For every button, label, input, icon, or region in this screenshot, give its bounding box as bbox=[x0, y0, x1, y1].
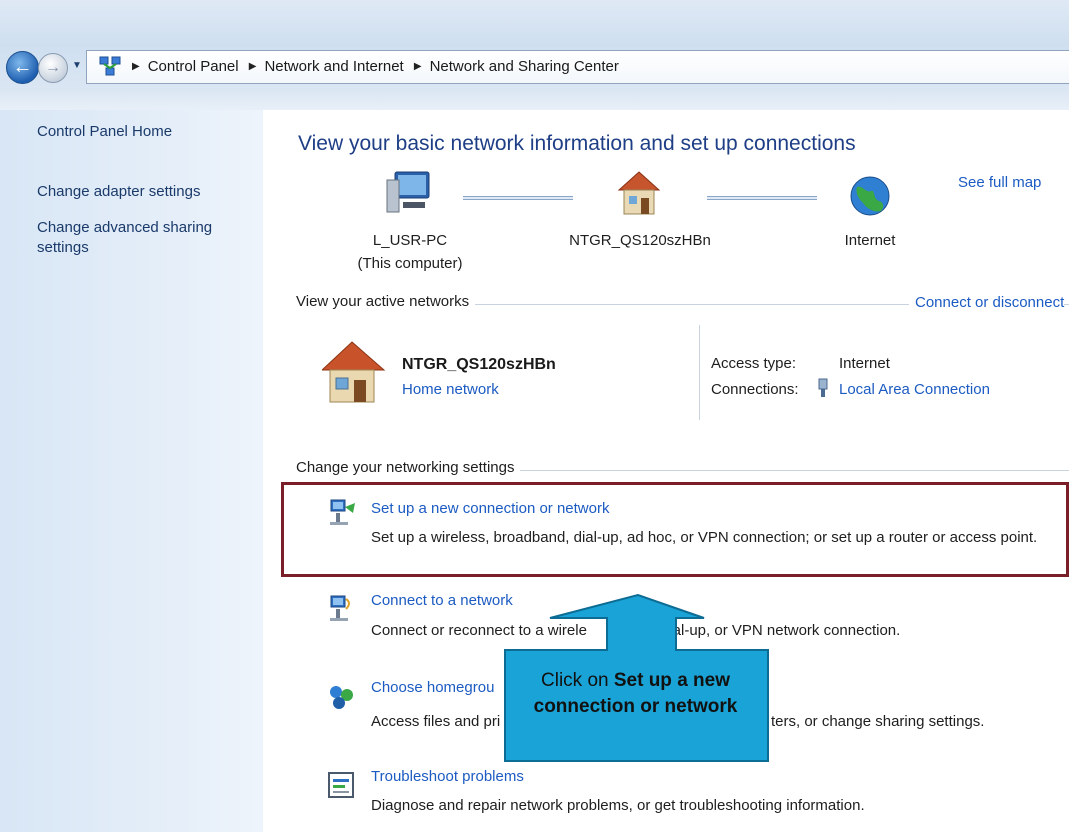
recent-pages-dropdown[interactable]: ▼ bbox=[70, 59, 84, 73]
access-type-label: Access type: bbox=[711, 355, 797, 372]
map-node-internet-name: Internet bbox=[844, 232, 896, 249]
breadcrumb-control-panel[interactable]: Control Panel bbox=[148, 58, 239, 75]
homegroup-icon[interactable] bbox=[326, 682, 356, 712]
callout-text: Click on Set up a new connection or netw… bbox=[503, 668, 768, 720]
divider bbox=[699, 325, 700, 420]
troubleshoot-link[interactable]: Troubleshoot problems bbox=[371, 768, 524, 785]
troubleshoot-icon[interactable] bbox=[326, 770, 356, 800]
active-network-name: NTGR_QS120szHBn bbox=[402, 356, 556, 373]
setup-new-connection-link[interactable]: Set up a new connection or network bbox=[371, 500, 609, 517]
map-node-computer-name: L_USR-PC bbox=[372, 232, 448, 249]
globe-icon[interactable] bbox=[849, 175, 891, 217]
chevron-right-icon[interactable]: ▶ bbox=[249, 61, 257, 72]
connect-network-link[interactable]: Connect to a network bbox=[371, 592, 513, 609]
chevron-right-icon[interactable]: ▶ bbox=[132, 61, 140, 72]
map-node-computer-sub: (This computer) bbox=[357, 255, 463, 272]
setup-new-connection-desc: Set up a wireless, broadband, dial-up, a… bbox=[371, 529, 1038, 546]
troubleshoot-desc: Diagnose and repair network problems, or… bbox=[371, 797, 865, 814]
back-button[interactable]: ← bbox=[6, 51, 39, 84]
change-adapter-settings-link[interactable]: Change adapter settings bbox=[37, 182, 200, 202]
breadcrumb: ▶ Control Panel ▶ Network and Internet ▶ Ne… bbox=[126, 58, 619, 75]
homegroup-link[interactable]: Choose homegrou bbox=[371, 679, 494, 696]
homegroup-desc-left: Access files and pri bbox=[371, 713, 501, 730]
active-networks-heading: View your active networks bbox=[296, 293, 476, 310]
breadcrumb-network-internet[interactable]: Network and Internet bbox=[264, 58, 403, 75]
see-full-map-link[interactable]: See full map bbox=[958, 174, 1041, 191]
control-panel-home-link[interactable]: Control Panel Home bbox=[37, 122, 172, 142]
breadcrumb-sharing-center[interactable]: Network and Sharing Center bbox=[430, 58, 619, 75]
callout-bold-line1: Set up a new bbox=[613, 670, 730, 691]
map-connection-line bbox=[463, 196, 573, 200]
network-type-link[interactable]: Home network bbox=[402, 381, 499, 398]
networking-settings-heading: Change your networking settings bbox=[296, 459, 521, 476]
page-title: View your basic network information and … bbox=[298, 132, 856, 155]
change-advanced-sharing-link[interactable]: Change advanced sharing settings bbox=[37, 218, 237, 258]
connect-network-desc-left: Connect or reconnect to a wirele bbox=[371, 622, 587, 639]
map-node-router-name: NTGR_QS120szHBn bbox=[569, 232, 711, 249]
chevron-right-icon[interactable]: ▶ bbox=[414, 61, 422, 72]
computer-icon[interactable] bbox=[385, 170, 433, 216]
homegroup-desc-right: ters, or change sharing settings. bbox=[771, 713, 985, 730]
access-type-value: Internet bbox=[839, 355, 890, 372]
house-icon[interactable] bbox=[617, 170, 661, 216]
connections-label: Connections: bbox=[711, 381, 799, 398]
local-area-connection-link[interactable]: Local Area Connection bbox=[839, 381, 990, 398]
callout-prefix: Click on bbox=[541, 670, 614, 691]
ethernet-icon bbox=[818, 378, 828, 397]
house-icon[interactable] bbox=[322, 340, 386, 404]
connect-or-disconnect-link[interactable]: Connect or disconnect bbox=[909, 294, 1065, 311]
connect-network-icon[interactable] bbox=[328, 593, 358, 623]
forward-button[interactable]: → bbox=[38, 53, 68, 83]
new-connection-icon[interactable] bbox=[328, 497, 358, 527]
network-center-icon bbox=[99, 56, 121, 76]
connect-network-desc-right: dial-up, or VPN network connection. bbox=[661, 622, 901, 639]
callout-bold-line2: connection or network bbox=[533, 696, 738, 717]
map-connection-line bbox=[707, 196, 817, 200]
